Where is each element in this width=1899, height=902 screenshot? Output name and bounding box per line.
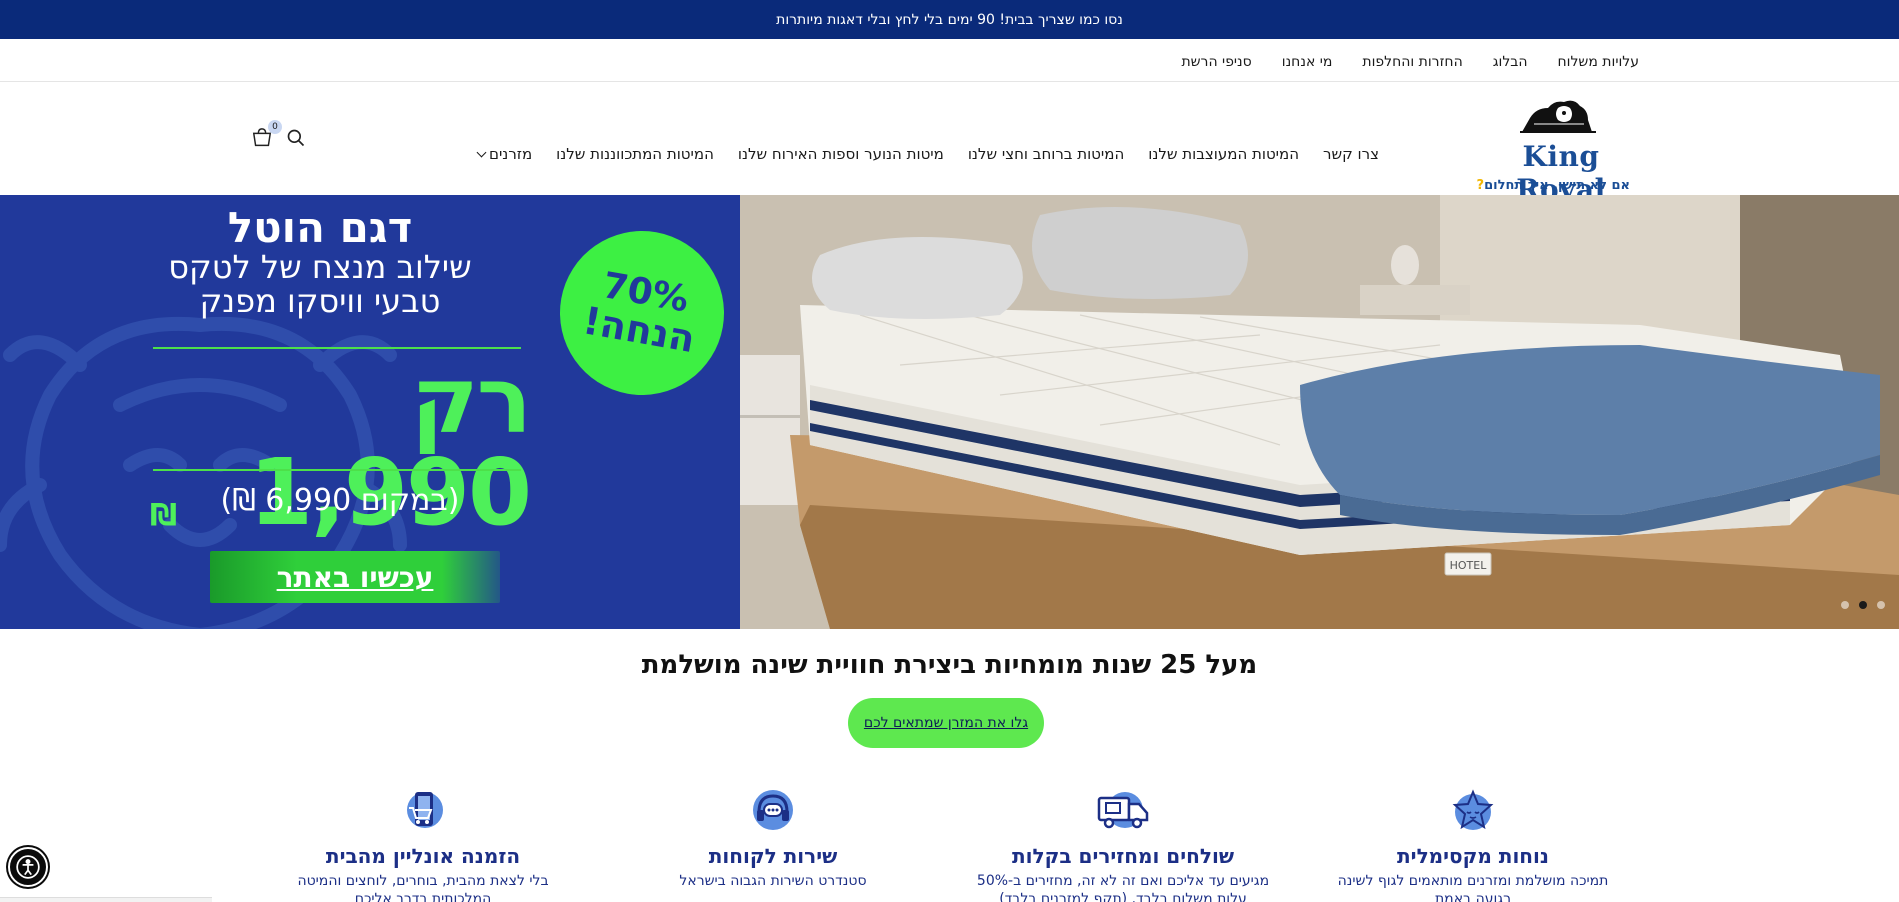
toplink-branches[interactable]: סניפי הרשת bbox=[1181, 54, 1251, 70]
mattress-label: HOTEL bbox=[1450, 559, 1488, 572]
nav-item-contact[interactable]: צרו קשר bbox=[1323, 145, 1379, 163]
headset-icon bbox=[753, 790, 793, 830]
accessibility-button[interactable] bbox=[8, 847, 48, 887]
cart-count-badge: 0 bbox=[268, 120, 282, 134]
nav-item-mattresses[interactable]: מזרנים bbox=[476, 145, 532, 163]
sleeping-star-icon bbox=[1452, 789, 1494, 830]
announcement-text: נסו כמו שצריך בבית! 90 ימים בלי לחץ ובלי… bbox=[776, 11, 1123, 28]
feature-title: שירות לקוחות bbox=[708, 844, 838, 868]
feature-title: הזמנה אונליין מהבית bbox=[325, 844, 521, 868]
feature-comfort: נוחות מקסימלית תמיכה מושלמת ומזרנים מותא… bbox=[1298, 786, 1648, 902]
main-nav: מזרנים המיטות המתכווננות שלנו מיטות הנוע… bbox=[476, 82, 1379, 195]
logo-tagline: אם לא תישן, איך תחלום? bbox=[1476, 178, 1630, 193]
bottom-left-strip bbox=[0, 897, 212, 902]
lion-logo-icon bbox=[1520, 100, 1596, 133]
discount-badge: 70% הנחה! bbox=[547, 218, 737, 408]
hero-promo-panel: דגם הוטל שילוב מנצח של לטקס טבעי וויסקו … bbox=[0, 195, 740, 629]
nav-item-wide-beds[interactable]: המיטות ברוחב וחצי שלנו bbox=[968, 145, 1124, 163]
hero-title: דגם הוטל bbox=[227, 203, 413, 252]
logo[interactable]: King Royal אם לא תישן, איך תחלום? bbox=[1477, 94, 1636, 206]
find-mattress-button[interactable]: גלו את המזרן שמתאים לכם bbox=[848, 698, 1044, 748]
feature-title: נוחות מקסימלית bbox=[1397, 844, 1549, 868]
accessibility-icon bbox=[16, 855, 40, 879]
hero-bed-image: HOTEL bbox=[740, 195, 1899, 629]
toplink-shipping[interactable]: עלויות משלוח bbox=[1558, 54, 1639, 70]
hero-title-block: דגם הוטל שילוב מנצח של לטקס טבעי וויסקו … bbox=[150, 203, 490, 320]
hero-old-price: (במקום 6,990 ₪) bbox=[220, 483, 460, 518]
site-header: King Royal אם לא תישן, איך תחלום? מזרנים… bbox=[0, 82, 1899, 206]
chevron-down-icon bbox=[476, 147, 487, 157]
delivery-truck-icon bbox=[1097, 792, 1149, 829]
divider bbox=[153, 469, 521, 471]
slider-dot[interactable] bbox=[1877, 601, 1885, 609]
top-links-bar: סניפי הרשת מי אנחנו החזרות והחלפות הבלוג… bbox=[0, 39, 1899, 82]
slider-dot[interactable] bbox=[1841, 601, 1849, 609]
nav-item-designed-beds[interactable]: המיטות המעוצבות שלנו bbox=[1148, 145, 1299, 163]
hero-subtitle-1: שילוב מנצח של לטקס bbox=[168, 248, 472, 287]
hero-subtitle-2: טבעי וויסקו מפנק bbox=[199, 281, 441, 320]
feature-customer-service: שירות לקוחות סטנדרט השירות הגבוה בישראל bbox=[598, 786, 948, 902]
search-button[interactable] bbox=[284, 126, 308, 150]
feature-desc: בלי לצאת מהבית, בוחרים, לוחצים והמיטה המ… bbox=[297, 873, 549, 902]
toplink-returns[interactable]: החזרות והחלפות bbox=[1362, 54, 1462, 70]
feature-desc: תמיכה מושלמת ומזרנים מותאמים לגוף לשינה … bbox=[1337, 873, 1609, 902]
feature-online-order: הזמנה אונליין מהבית בלי לצאת מהבית, בוחר… bbox=[248, 786, 598, 902]
price-currency: ₪ bbox=[150, 498, 178, 533]
slider-dots bbox=[1841, 601, 1885, 609]
slider-dot-active[interactable] bbox=[1859, 601, 1867, 609]
phone-cart-icon bbox=[407, 792, 443, 828]
hero-slider[interactable]: דגם הוטל שילוב מנצח של לטקס טבעי וויסקו … bbox=[0, 195, 1899, 629]
mattress-illustration: HOTEL bbox=[740, 195, 1899, 629]
header-actions: 0 bbox=[250, 120, 308, 150]
search-icon bbox=[287, 129, 305, 147]
toplink-blog[interactable]: הבלוג bbox=[1493, 54, 1528, 70]
feature-shipping: שולחים ומחזירים בקלות מגיעים עד אליכם וא… bbox=[948, 786, 1298, 902]
feature-desc: מגיעים עד אליכם ואם זה לא זה, מחזירים ב-… bbox=[976, 873, 1270, 902]
nav-item-youth-beds[interactable]: מיטות הנוער וספות האירוח שלנו bbox=[738, 145, 944, 163]
features-row: הזמנה אונליין מהבית בלי לצאת מהבית, בוחר… bbox=[248, 786, 1648, 902]
feature-title: שולחים ומחזירים בקלות bbox=[1012, 844, 1234, 868]
section-title: מעל 25 שנות מומחיות ביצירת חוויית שינה מ… bbox=[641, 650, 1258, 680]
cart-button[interactable]: 0 bbox=[250, 120, 282, 150]
nav-item-adjustable-beds[interactable]: המיטות המתכווננות שלנו bbox=[556, 145, 714, 163]
announcement-bar: נסו כמו שצריך בבית! 90 ימים בלי לחץ ובלי… bbox=[0, 0, 1899, 39]
feature-desc: סטנדרט השירות הגבוה בישראל bbox=[679, 873, 867, 889]
hero-cta-button[interactable]: עכשיו באתר bbox=[210, 551, 500, 603]
toplink-about[interactable]: מי אנחנו bbox=[1282, 54, 1333, 70]
